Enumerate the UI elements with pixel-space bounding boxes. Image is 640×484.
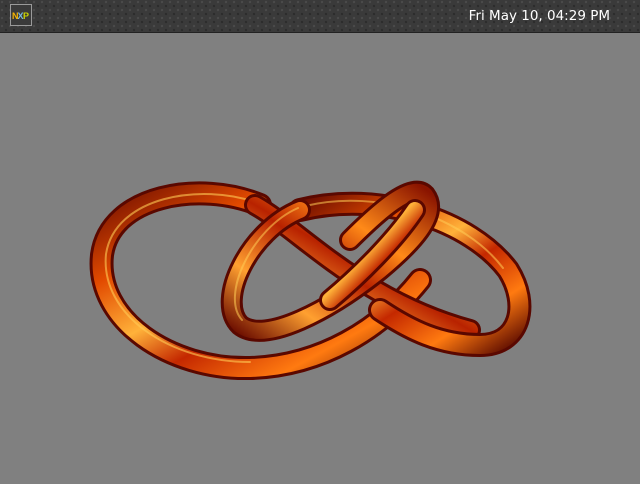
desktop-canvas [0,32,640,480]
clock[interactable]: Fri May 10, 04:29 PM [469,0,610,32]
top-panel: N X P Fri May 10, 04:29 PM [0,0,640,32]
nxp-logo-icon: N X P [12,11,29,21]
torus-knot-render [89,180,532,381]
nxp-logo[interactable]: N X P [10,4,32,26]
svg-text:P: P [23,11,29,21]
